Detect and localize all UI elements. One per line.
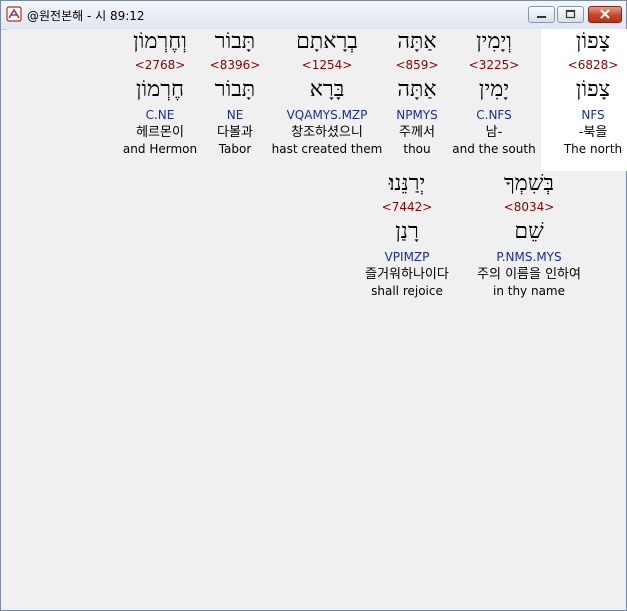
lemma: חֶרְמוֹן (135, 77, 185, 102)
korean-gloss: -북을 (578, 125, 608, 140)
english-gloss: in thy name (492, 284, 565, 298)
maximize-icon (565, 9, 576, 19)
morphology-code[interactable]: P.NMS.MYS (462, 249, 596, 266)
word-cell[interactable]: בְרָאתָם <1254> בָּרָא VQAMYS.MZP 창조하셨으니… (270, 29, 384, 158)
korean-gloss: 창조하셨으니 (291, 125, 363, 140)
word-cell[interactable]: צָפוֹן <6828> צָפוֹן NFS -북을 The north (541, 29, 627, 171)
word-cell[interactable]: בְּשִׁמְךָ <8034> שֵׁם P.NMS.MYS 주의 이름을 … (462, 171, 596, 300)
lemma: שֵׁם (514, 219, 544, 244)
hebrew-word: בְּשִׁמְךָ (503, 171, 555, 196)
lemma: בָּרָא (309, 77, 345, 102)
korean-gloss: 주의 이름을 인하여 (477, 267, 581, 282)
close-button[interactable] (588, 6, 622, 23)
hebrew-word: בְרָאתָם (296, 29, 358, 54)
app-icon (6, 6, 22, 22)
minimize-button[interactable] (528, 6, 555, 23)
morphology-code[interactable]: C.NE (108, 107, 212, 124)
morphology-code[interactable]: VPIMZP (348, 249, 466, 266)
strong-number[interactable]: <6828> (541, 57, 627, 73)
lemma: רָנַן (395, 219, 419, 244)
morphology-code[interactable]: NFS (541, 107, 627, 124)
word-cell[interactable]: וְחֶרְמוֹן <2768> חֶרְמוֹן C.NE 헤르몬이 and… (108, 29, 212, 158)
strong-number[interactable]: <1254> (270, 57, 384, 73)
close-icon (600, 9, 610, 19)
window-title: @원전본해 - 시 89:12 (27, 9, 145, 23)
korean-gloss: 헤르몬이 (136, 125, 184, 140)
english-gloss: and Hermon (122, 142, 198, 156)
maximize-button[interactable] (557, 6, 584, 23)
interlinear-view[interactable]: צָפוֹן <6828> צָפוֹן NFS -북을 The north ו… (7, 29, 627, 603)
english-gloss: shall rejoice (371, 284, 443, 298)
hebrew-word: צָפוֹן (575, 29, 611, 54)
hebrew-word: וְחֶרְמוֹן (133, 29, 187, 54)
lemma: צָפוֹן (575, 77, 611, 102)
english-gloss: hast created them (271, 142, 383, 156)
hebrew-word: יְרַנֵּנוּ׃ (388, 171, 426, 196)
minimize-icon (537, 16, 546, 18)
title-bar[interactable]: @원전본해 - 시 89:12 (1, 1, 626, 30)
morphology-code[interactable]: VQAMYS.MZP (270, 107, 384, 124)
word-cell[interactable]: יְרַנֵּנוּ׃ <7442> רָנַן VPIMZP 즐거워하나이다 … (348, 171, 466, 300)
strong-number[interactable]: <7442> (348, 199, 466, 215)
korean-gloss: 즐거워하나이다 (365, 267, 449, 282)
app-window: @원전본해 - 시 89:12 צָפוֹן <6828> צָפוֹן NFS… (0, 0, 627, 611)
english-gloss: The north (563, 142, 623, 156)
strong-number[interactable]: <8034> (462, 199, 596, 215)
strong-number[interactable]: <2768> (108, 57, 212, 73)
